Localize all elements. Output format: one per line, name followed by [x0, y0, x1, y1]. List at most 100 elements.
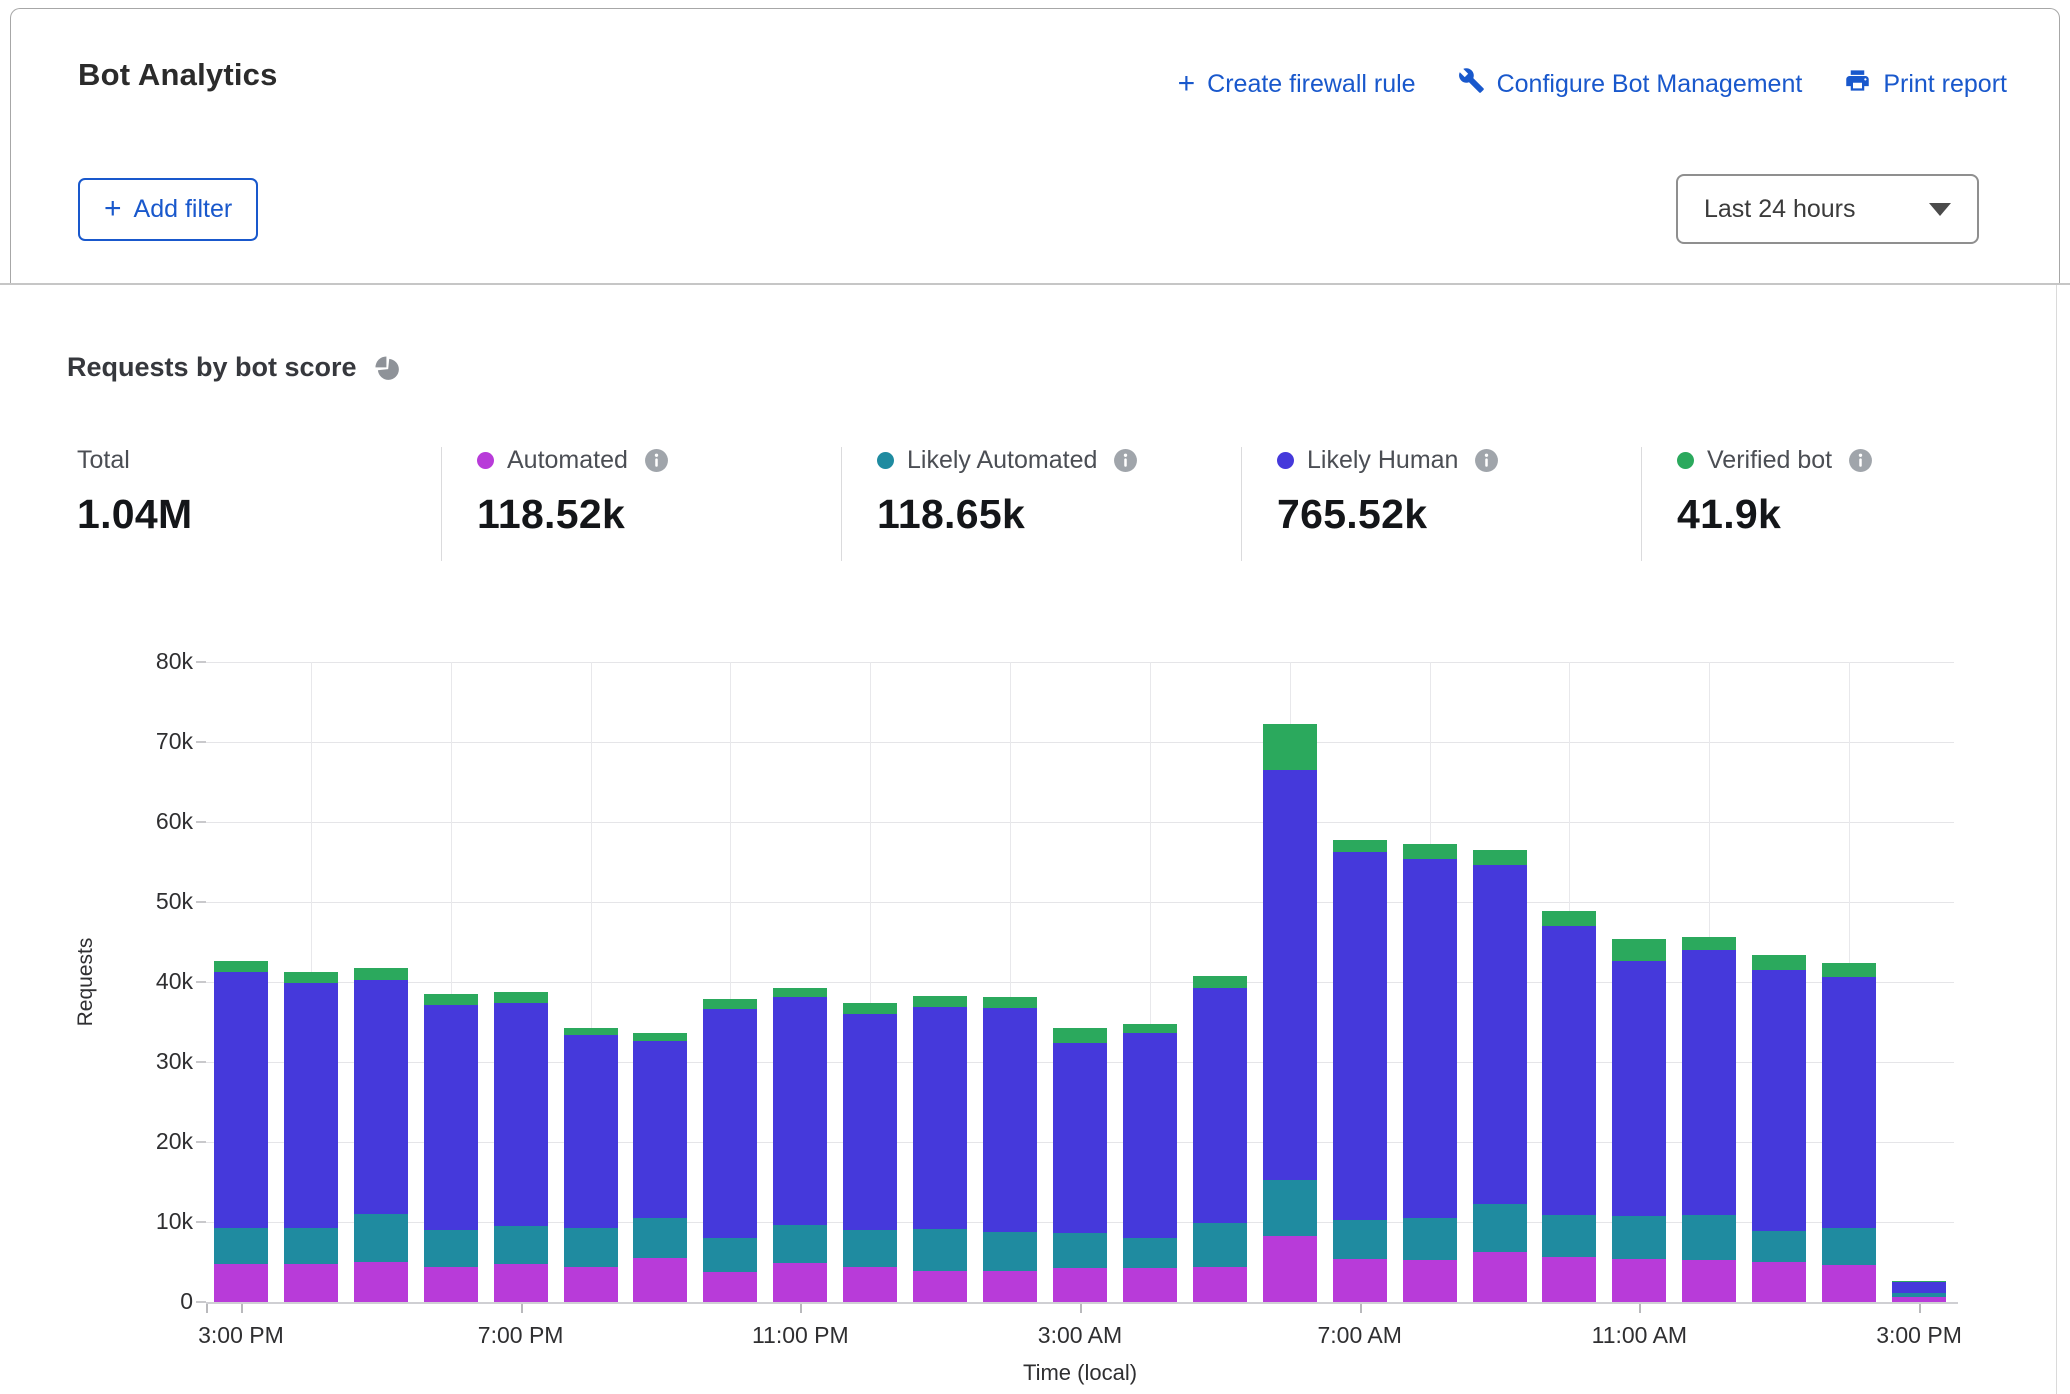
bar-segment-likely_human: [913, 1007, 967, 1229]
bar-400am[interactable]: [1123, 1024, 1177, 1302]
bar-segment-likely_automated: [1123, 1238, 1177, 1268]
bar-segment-verified_bot: [633, 1033, 687, 1041]
bar-200am[interactable]: [983, 997, 1037, 1302]
x-axis-tick: [1639, 1304, 1641, 1313]
bar-segment-likely_automated: [284, 1228, 338, 1265]
bar-1200pm[interactable]: [1682, 937, 1736, 1302]
bar-segment-verified_bot: [773, 988, 827, 997]
y-axis-tick-label: 20k: [110, 1128, 193, 1155]
x-axis-tick: [206, 1304, 208, 1313]
y-axis-tick: [196, 901, 206, 903]
bar-segment-automated: [564, 1267, 618, 1302]
y-axis-tick-label: 40k: [110, 968, 193, 995]
bar-segment-automated: [284, 1264, 338, 1302]
bar-segment-verified_bot: [494, 992, 548, 1002]
bar-800am[interactable]: [1403, 844, 1457, 1302]
bar-segment-automated: [913, 1271, 967, 1302]
bar-segment-verified_bot: [1123, 1024, 1177, 1034]
bar-700am[interactable]: [1333, 840, 1387, 1302]
bar-segment-verified_bot: [1682, 937, 1736, 950]
bar-segment-automated: [703, 1272, 757, 1302]
bar-900pm[interactable]: [633, 1033, 687, 1302]
bar-segment-likely_human: [1123, 1033, 1177, 1238]
bar-segment-verified_bot: [983, 997, 1037, 1007]
bar-segment-likely_automated: [703, 1238, 757, 1272]
bot-analytics-page: Bot Analytics + Create firewall rule Con…: [0, 0, 2070, 1394]
y-axis-tick: [196, 1061, 206, 1063]
bar-100pm[interactable]: [1752, 955, 1806, 1302]
x-axis-tick-label: 7:00 PM: [436, 1322, 606, 1349]
y-axis-tick-label: 0: [110, 1288, 193, 1315]
bar-segment-verified_bot: [703, 999, 757, 1009]
x-axis-tick: [1080, 1304, 1082, 1313]
bar-segment-likely_automated: [773, 1225, 827, 1263]
requests-chart: Requests Time (local) 010k20k30k40k50k60…: [0, 0, 2070, 1394]
bar-segment-likely_automated: [1053, 1233, 1107, 1268]
y-axis-tick-label: 10k: [110, 1208, 193, 1235]
bar-200pm[interactable]: [1822, 963, 1876, 1302]
bar-900am[interactable]: [1473, 850, 1527, 1302]
bar-segment-likely_human: [1333, 852, 1387, 1220]
grid-line-horizontal: [206, 742, 1954, 743]
bar-700pm[interactable]: [494, 992, 548, 1302]
bar-segment-likely_automated: [1403, 1218, 1457, 1260]
x-axis-tick-label: 3:00 PM: [156, 1322, 326, 1349]
bar-segment-likely_human: [1263, 770, 1317, 1180]
bar-segment-automated: [1193, 1267, 1247, 1302]
bar-300am[interactable]: [1053, 1028, 1107, 1302]
bar-1100am[interactable]: [1612, 939, 1666, 1302]
bar-segment-likely_automated: [1752, 1231, 1806, 1262]
x-axis-tick: [241, 1304, 243, 1313]
bar-segment-likely_automated: [1822, 1228, 1876, 1265]
bar-600am[interactable]: [1263, 724, 1317, 1302]
y-axis-tick: [196, 821, 206, 823]
bar-segment-likely_human: [633, 1041, 687, 1218]
x-axis-tick-label: 3:00 AM: [995, 1322, 1165, 1349]
bar-400pm[interactable]: [284, 972, 338, 1302]
bar-segment-verified_bot: [1053, 1028, 1107, 1042]
bar-segment-automated: [1333, 1259, 1387, 1302]
bar-segment-automated: [1612, 1259, 1666, 1302]
bar-1100pm[interactable]: [773, 988, 827, 1302]
bar-segment-likely_human: [843, 1014, 897, 1230]
bar-segment-automated: [1752, 1262, 1806, 1302]
bar-1200am[interactable]: [843, 1003, 897, 1302]
grid-line-horizontal: [206, 662, 1954, 663]
bar-segment-automated: [1682, 1260, 1736, 1302]
bar-segment-likely_human: [564, 1035, 618, 1229]
bar-segment-automated: [1123, 1268, 1177, 1302]
bar-300pm[interactable]: [214, 961, 268, 1302]
bar-500pm[interactable]: [354, 968, 408, 1302]
bar-segment-likely_automated: [843, 1230, 897, 1267]
bar-segment-automated: [1542, 1257, 1596, 1302]
bar-1000pm[interactable]: [703, 999, 757, 1302]
bar-segment-likely_automated: [633, 1218, 687, 1258]
grid-line-horizontal: [206, 822, 1954, 823]
x-axis-line: [206, 1302, 1958, 1304]
bar-segment-likely_human: [1193, 988, 1247, 1223]
bar-800pm[interactable]: [564, 1028, 618, 1302]
x-axis-title: Time (local): [980, 1360, 1180, 1386]
bar-segment-verified_bot: [1473, 850, 1527, 865]
bar-segment-verified_bot: [564, 1028, 618, 1035]
bar-1000am[interactable]: [1542, 911, 1596, 1302]
bar-segment-verified_bot: [913, 996, 967, 1006]
bar-600pm[interactable]: [424, 994, 478, 1302]
bar-segment-likely_human: [1542, 926, 1596, 1215]
bar-segment-verified_bot: [1612, 939, 1666, 961]
bar-segment-verified_bot: [1542, 911, 1596, 926]
bar-segment-likely_human: [494, 1003, 548, 1226]
bar-segment-automated: [354, 1262, 408, 1302]
bar-500am[interactable]: [1193, 976, 1247, 1302]
bar-300pm[interactable]: [1892, 1281, 1946, 1302]
bar-segment-automated: [1053, 1268, 1107, 1302]
bar-segment-likely_human: [1752, 970, 1806, 1231]
bar-segment-automated: [424, 1267, 478, 1302]
bar-segment-likely_human: [703, 1009, 757, 1238]
y-axis-tick-label: 50k: [110, 888, 193, 915]
bar-segment-likely_human: [284, 983, 338, 1228]
bar-segment-verified_bot: [1752, 955, 1806, 970]
y-axis-tick-label: 30k: [110, 1048, 193, 1075]
bar-100am[interactable]: [913, 996, 967, 1302]
bar-segment-likely_human: [773, 997, 827, 1225]
